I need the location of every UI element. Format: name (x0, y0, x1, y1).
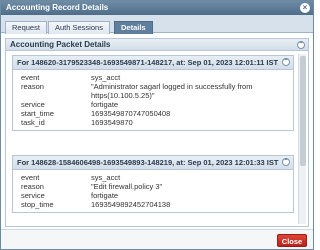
collapse-icon[interactable]: ⌃ (282, 58, 290, 66)
field-value: fortigate (91, 191, 119, 200)
field-row: event sys_acct (21, 73, 289, 82)
close-icon[interactable]: × (300, 3, 310, 13)
field-row: start_time 1693549870747050408 (21, 109, 289, 118)
dialog-title: Accounting Record Details (6, 3, 109, 12)
field-row: task_id 1693549870 (21, 118, 289, 127)
field-key: start_time (21, 109, 54, 118)
field-value: "Edit firewall.policy 3" (91, 182, 163, 191)
field-key: reason (21, 82, 44, 91)
field-row: event sys_acct (21, 173, 289, 182)
record-title: For 148628-1584606498-1693549893-148219,… (17, 158, 279, 167)
accounting-packet-details-header[interactable]: Accounting Packet Details ⌃ (5, 38, 309, 51)
field-key: service (21, 191, 45, 200)
collapse-icon[interactable]: ⌃ (282, 158, 290, 166)
record-title: For 148620-3179523348-1693549871-148217,… (17, 58, 279, 67)
dialog-titlebar: Accounting Record Details × (1, 1, 313, 15)
field-value: 1693549870747050408 (91, 109, 171, 118)
field-row: service fortigate (21, 191, 289, 200)
tab-request[interactable]: Request (5, 21, 47, 34)
field-key: service (21, 100, 45, 109)
field-row: service fortigate (21, 100, 289, 109)
close-button[interactable]: Close (277, 234, 307, 247)
field-key: event (21, 173, 40, 182)
field-key: stop_time (21, 200, 54, 209)
record-fields: event sys_acct reason "Edit firewall.pol… (13, 170, 293, 212)
dialog-footer: Close (1, 229, 313, 249)
field-value: 1693549870 (91, 118, 133, 127)
collapse-icon[interactable]: ⌃ (297, 41, 305, 49)
tab-auth-sessions[interactable]: Auth Sessions (48, 21, 110, 34)
field-row: stop_time 1693549892452704138 (21, 200, 289, 209)
field-value: sys_acct (91, 173, 121, 182)
records-panel: For 148620-3179523348-1693549871-148217,… (5, 51, 309, 227)
tab-bar: Request Auth Sessions Details (1, 15, 313, 34)
field-key: event (21, 73, 40, 82)
field-value: sys_acct (91, 73, 121, 82)
field-key: reason (21, 182, 44, 191)
record-fields: event sys_acct reason "Administrator sag… (13, 70, 293, 130)
scrollbar-thumb[interactable] (300, 56, 306, 166)
record-2: For 148628-1584606498-1693549893-148219,… (12, 155, 294, 213)
vertical-scrollbar[interactable] (298, 54, 306, 224)
field-key: task_id (21, 118, 45, 127)
record-header[interactable]: For 148628-1584606498-1693549893-148219,… (13, 156, 293, 170)
tab-details[interactable]: Details (114, 21, 153, 34)
section-title: Accounting Packet Details (10, 40, 111, 49)
field-value: fortigate (91, 100, 119, 109)
field-row: reason "Administrator sagarl logged in s… (21, 82, 289, 100)
field-row: reason "Edit firewall.policy 3" (21, 182, 289, 191)
record-1: For 148620-3179523348-1693549871-148217,… (12, 55, 294, 131)
accounting-record-dialog: Accounting Record Details × Request Auth… (0, 0, 314, 250)
record-header[interactable]: For 148620-3179523348-1693549871-148217,… (13, 56, 293, 70)
field-value: 1693549892452704138 (91, 200, 171, 209)
field-value: "Administrator sagarl logged in successf… (91, 82, 253, 100)
